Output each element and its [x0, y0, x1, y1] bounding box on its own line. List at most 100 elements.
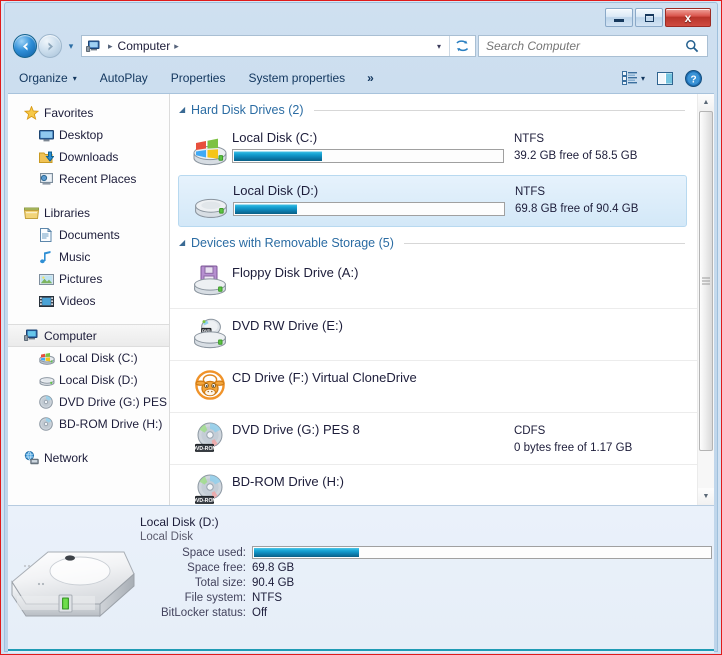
nav-group-favorites: Favorites Desktop Downloads Recent Place… [8, 102, 169, 190]
drive-main: BD-ROM Drive (H:) [232, 465, 514, 489]
sidebar-item-local-disk-d[interactable]: Local Disk (D:) [8, 369, 169, 391]
sidebar-item-libraries[interactable]: Libraries [8, 202, 169, 224]
drive-main: Local Disk (C:) [232, 123, 514, 163]
file-list-pane[interactable]: ◢ Hard Disk Drives (2) Local Disk (C:) N… [170, 94, 714, 505]
nav-group-libraries: Libraries Documents Music Pictures Video… [8, 202, 169, 312]
help-button[interactable]: ? [680, 67, 707, 90]
computer-icon [24, 329, 42, 342]
capacity-bar-fill [235, 204, 297, 214]
sidebar-label: Recent Places [59, 172, 137, 186]
details-label: BitLocker status: [160, 607, 246, 619]
table-row[interactable]: Local Disk (C:) NTFS 39.2 GB free of 58.… [170, 123, 697, 175]
capacity-bar-fill [234, 151, 323, 161]
group-header-removable-storage[interactable]: ◢ Devices with Removable Storage (5) [170, 230, 697, 256]
drive-capacity-text: 69.8 GB free of 90.4 GB [515, 203, 639, 215]
sidebar-item-documents[interactable]: Documents [8, 224, 169, 246]
table-row[interactable]: CD Drive (F:) Virtual CloneDrive [170, 360, 697, 412]
details-label: Total size: [194, 577, 246, 589]
sidebar-label: Videos [59, 294, 96, 308]
sidebar-item-dvd-drive-g[interactable]: DVD Drive (G:) PES 8 [8, 391, 169, 413]
pictures-icon [39, 273, 57, 286]
sidebar-item-favorites[interactable]: Favorites [8, 102, 169, 124]
optical-disc-icon [39, 417, 57, 431]
sidebar-item-network[interactable]: Network [8, 447, 169, 469]
sidebar-item-downloads[interactable]: Downloads [8, 146, 169, 168]
breadcrumb-separator-0: ▸ [108, 40, 113, 51]
sidebar-item-pictures[interactable]: Pictures [8, 268, 169, 290]
address-bar[interactable]: ▸ Computer ▸ ▾ [81, 35, 476, 57]
drive-details: NTFS 39.2 GB free of 58.5 GB [514, 123, 637, 165]
refresh-button[interactable] [449, 36, 475, 56]
drive-capacity-text: 0 bytes free of 1.17 GB [514, 442, 633, 454]
details-subtitle: Local Disk [140, 531, 194, 543]
scroll-down-button[interactable]: ▼ [698, 488, 714, 505]
table-row[interactable]: Floppy Disk Drive (A:) [170, 256, 697, 308]
drive-name: Floppy Disk Drive (A:) [232, 265, 359, 280]
space-used-bar [252, 546, 712, 559]
sidebar-item-local-disk-c[interactable]: Local Disk (C:) [8, 347, 169, 369]
organize-button[interactable]: Organize ▾ [10, 68, 86, 88]
drive-details: CDFS 0 bytes free of 1.17 GB [514, 413, 632, 457]
system-properties-button[interactable]: System properties [239, 68, 354, 88]
change-view-button[interactable]: ▾ [617, 68, 650, 88]
navigation-pane[interactable]: Favorites Desktop Downloads Recent Place… [8, 94, 170, 505]
properties-button[interactable]: Properties [162, 68, 235, 88]
group-rule [403, 242, 685, 244]
preview-pane-icon [657, 71, 673, 85]
file-list: ◢ Hard Disk Drives (2) Local Disk (C:) N… [170, 94, 697, 505]
svg-text:DVD-ROM: DVD-ROM [193, 498, 217, 504]
sidebar-item-bdrom-drive-h[interactable]: BD-ROM Drive (H:) [8, 413, 169, 435]
capacity-bar [233, 202, 505, 216]
scroll-up-button[interactable]: ▲ [698, 94, 714, 111]
maximize-button[interactable] [635, 8, 663, 27]
table-row[interactable]: DVD-ROM BD-ROM Drive (H:) [170, 464, 697, 505]
sidebar-item-videos[interactable]: Videos [8, 290, 169, 312]
collapse-triangle-icon[interactable]: ◢ [179, 106, 190, 114]
sidebar-item-recent-places[interactable]: Recent Places [8, 168, 169, 190]
network-icon [24, 451, 42, 465]
vertical-scrollbar[interactable]: ▲ ▼ [697, 94, 714, 505]
minimize-button[interactable] [605, 8, 633, 27]
search-icon [685, 39, 699, 53]
nav-group-network: Network [8, 447, 169, 469]
breadcrumb-separator-1[interactable]: ▸ [174, 41, 179, 52]
back-button[interactable] [13, 34, 37, 58]
preview-pane-button[interactable] [652, 68, 678, 89]
window-bottom-edge [8, 649, 714, 651]
search-box[interactable] [478, 35, 708, 57]
toolbar-overflow-button[interactable]: » [360, 68, 380, 88]
group-header-hard-disk-drives[interactable]: ◢ Hard Disk Drives (2) [170, 97, 697, 123]
close-button[interactable]: x [665, 8, 711, 27]
drive-details: NTFS 69.8 GB free of 90.4 GB [515, 176, 638, 218]
scrollbar-thumb[interactable] [699, 111, 713, 451]
maximize-icon [644, 13, 654, 22]
table-row[interactable]: DVD DVD RW Drive (E:) [170, 308, 697, 360]
autoplay-button[interactable]: AutoPlay [91, 68, 157, 88]
drive-name: Local Disk (C:) [232, 130, 318, 145]
sidebar-label: Pictures [59, 272, 103, 286]
forward-button[interactable] [38, 34, 62, 58]
recent-pages-button[interactable]: ▾ [64, 41, 78, 52]
address-history-dropdown[interactable]: ▾ [431, 36, 447, 56]
search-input[interactable] [486, 39, 685, 53]
table-row[interactable]: Local Disk (D:) NTFS 69.8 GB free of 90.… [178, 175, 687, 227]
sidebar-item-computer[interactable]: Computer [8, 324, 169, 347]
sidebar-label: Desktop [59, 128, 104, 142]
sidebar-label: Computer [44, 328, 97, 343]
svg-text:?: ? [690, 74, 696, 85]
space-used-bar-fill [254, 548, 359, 557]
details-row-total-size: Total size: 90.4 GB [140, 577, 712, 589]
sidebar-item-music[interactable]: Music [8, 246, 169, 268]
sidebar-label: BD-ROM Drive (H:) [59, 417, 163, 431]
details-title: Local Disk (D:) [140, 515, 219, 529]
sidebar-item-desktop[interactable]: Desktop [8, 124, 169, 146]
table-row[interactable]: DVD-ROM DVD Drive (G:) PES 8 CDFS 0 byte… [170, 412, 697, 464]
breadcrumb-item-computer[interactable]: Computer [118, 39, 171, 53]
collapse-triangle-icon[interactable]: ◢ [179, 239, 190, 247]
details-row-file-system: File system: NTFS [140, 592, 712, 604]
music-icon [39, 250, 57, 264]
drive-name: DVD Drive (G:) PES 8 [232, 422, 360, 437]
dvd-rom-disc-icon: DVD-ROM [188, 465, 232, 505]
